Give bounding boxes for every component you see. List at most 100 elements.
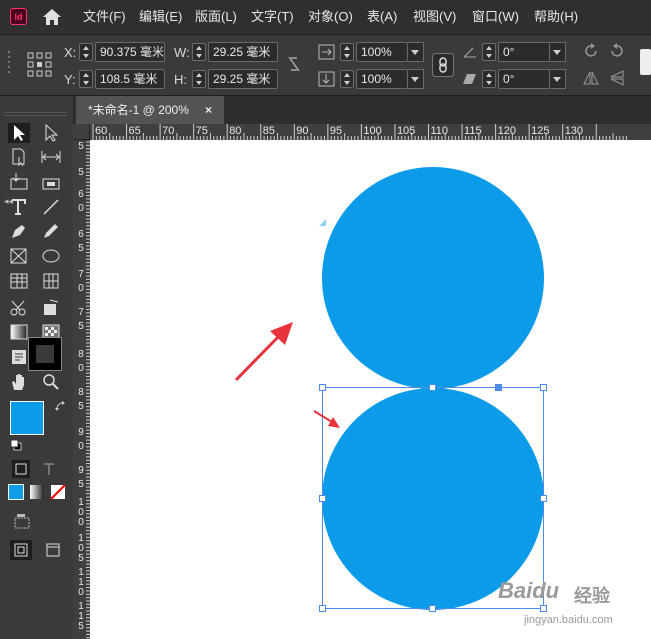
scale-y-stepper[interactable] <box>340 70 354 88</box>
ruler-v-label: 5 <box>78 321 84 332</box>
selection-frame[interactable] <box>322 387 544 609</box>
tab-title: *未命名-1 @ 200% <box>88 103 189 117</box>
handle-left[interactable] <box>319 495 326 502</box>
direct-selection-tool[interactable] <box>40 123 62 143</box>
pen-tool[interactable] <box>8 221 30 241</box>
grip-icon <box>8 51 10 73</box>
scale-x-field[interactable]: 100% <box>356 42 408 62</box>
tab-close-button[interactable]: × <box>205 96 212 124</box>
handle-bottom-right[interactable] <box>540 605 547 612</box>
content-collector-tool[interactable] <box>8 171 30 191</box>
fill-swatch[interactable] <box>10 401 44 435</box>
ruler-h-label: 95 <box>329 125 343 137</box>
menu-file[interactable]: 文件(F) <box>83 0 126 34</box>
tab-document[interactable]: *未命名-1 @ 200% × <box>76 96 224 124</box>
rotate-field[interactable]: 0° <box>498 42 550 62</box>
handle-top-left[interactable] <box>319 384 326 391</box>
x-field[interactable]: 90.375 毫米 <box>95 42 165 62</box>
flip-vertical-icon[interactable] <box>608 69 626 87</box>
ruler-origin[interactable] <box>73 124 90 140</box>
menu-edit[interactable]: 编辑(E) <box>139 0 182 34</box>
y-field[interactable]: 108.5 毫米 <box>95 69 165 89</box>
w-field[interactable]: 29.25 毫米 <box>208 42 278 62</box>
ruler-h-label: 60 <box>95 125 108 137</box>
horizontal-ruler: 60 65 70 75 80 85 90 95 100 105 110 115 120 125 130 <box>90 124 651 141</box>
stroke-swatch[interactable] <box>28 337 62 371</box>
ruler-h-label: 70 <box>162 125 175 137</box>
menu-help[interactable]: 帮助(H) <box>534 0 578 34</box>
shear-stepper[interactable] <box>482 70 496 88</box>
h-stepper[interactable] <box>192 70 206 88</box>
handle-top-right[interactable] <box>540 384 547 391</box>
type-tool[interactable] <box>8 197 30 217</box>
hand-tool[interactable] <box>8 372 30 392</box>
gradient-swatch-tool[interactable] <box>8 322 30 342</box>
link-icon[interactable] <box>432 53 454 77</box>
apply-gradient-button[interactable] <box>29 484 45 500</box>
grid-tool[interactable] <box>40 271 62 291</box>
ellipse-tool[interactable] <box>40 246 62 266</box>
free-transform-tool[interactable] <box>40 298 62 318</box>
ruler-h-label: 130 <box>564 125 584 137</box>
document-canvas[interactable]: Baidu 经验 jingyan.baidu.com <box>90 140 651 639</box>
shear-field[interactable]: 0° <box>498 69 550 89</box>
menu-type[interactable]: 文字(T) <box>251 0 294 34</box>
screen-mode-icon[interactable] <box>12 512 34 530</box>
zoom-tool[interactable] <box>40 372 62 392</box>
scale-x-icon <box>318 44 335 60</box>
constrain-proportions-icon[interactable] <box>286 55 302 73</box>
menu-layout[interactable]: 版面(L) <box>195 0 237 34</box>
menu-window[interactable]: 窗口(W) <box>472 0 519 34</box>
x-stepper[interactable] <box>79 43 93 61</box>
rotate-dropdown[interactable] <box>550 42 566 62</box>
h-field[interactable]: 29.25 毫米 <box>208 69 278 89</box>
handle-bottom[interactable] <box>429 605 436 612</box>
flip-horizontal-icon[interactable] <box>582 69 600 87</box>
w-stepper[interactable] <box>192 43 206 61</box>
toolbox-grip <box>4 112 67 116</box>
formatting-text-icon[interactable] <box>40 460 58 478</box>
home-icon[interactable] <box>42 8 62 26</box>
handle-right[interactable] <box>540 495 547 502</box>
handle-bottom-left[interactable] <box>319 605 326 612</box>
menu-table[interactable]: 表(A) <box>367 0 397 34</box>
menu-object[interactable]: 对象(O) <box>308 0 353 34</box>
ruler-v-label: 6 <box>78 229 84 240</box>
ruler-h-label: 90 <box>296 125 309 137</box>
rotate-ccw-icon[interactable] <box>608 42 626 60</box>
scissors-tool[interactable] <box>8 298 30 318</box>
scale-y-field[interactable]: 100% <box>356 69 408 89</box>
content-grabber-handle[interactable] <box>495 384 502 391</box>
circle-top[interactable] <box>322 167 544 389</box>
scale-x-dropdown[interactable] <box>408 42 424 62</box>
watermark-url: jingyan.baidu.com <box>524 614 613 626</box>
pencil-tool[interactable] <box>40 221 62 241</box>
x-label: X: <box>64 45 77 60</box>
selection-tool[interactable] <box>8 123 30 143</box>
handle-top[interactable] <box>429 384 436 391</box>
normal-view-icon[interactable] <box>10 540 32 560</box>
rectangle-frame-tool[interactable] <box>8 246 30 266</box>
scale-x-stepper[interactable] <box>340 43 354 61</box>
line-tool[interactable] <box>40 197 62 217</box>
y-stepper[interactable] <box>79 70 93 88</box>
scale-y-icon <box>318 71 335 87</box>
apply-none-button[interactable] <box>50 484 66 500</box>
swap-colors-icon[interactable] <box>54 400 68 414</box>
menu-view[interactable]: 视图(V) <box>413 0 456 34</box>
scale-y-dropdown[interactable] <box>408 69 424 89</box>
reference-point-icon[interactable] <box>26 51 54 79</box>
preview-view-icon[interactable] <box>42 540 64 560</box>
default-colors-icon[interactable] <box>10 439 22 451</box>
apply-color-button[interactable] <box>8 484 24 500</box>
content-placer-tool[interactable] <box>40 171 62 191</box>
note-tool[interactable] <box>8 347 30 367</box>
watermark-cn: 经验 <box>574 586 610 606</box>
shear-dropdown[interactable] <box>550 69 566 89</box>
formatting-container-icon[interactable] <box>12 460 30 478</box>
gap-tool[interactable] <box>40 147 62 167</box>
rotate-stepper[interactable] <box>482 43 496 61</box>
table-tool[interactable] <box>8 271 30 291</box>
rotate-cw-icon[interactable] <box>582 42 600 60</box>
page-tool[interactable] <box>8 147 30 167</box>
